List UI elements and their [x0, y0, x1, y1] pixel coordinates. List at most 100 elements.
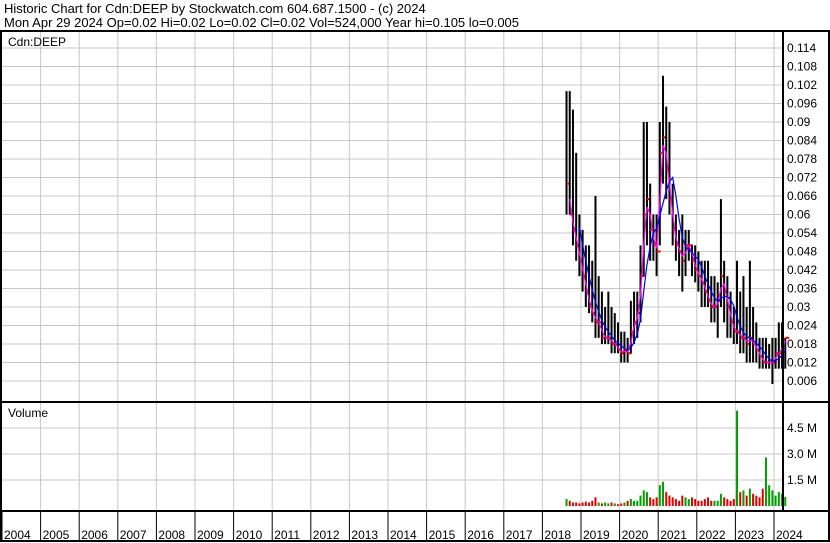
volume-bar: [723, 497, 726, 506]
volume-bar: [642, 490, 645, 506]
volume-bar: [729, 500, 732, 506]
y-tick-label: 0.084: [787, 134, 817, 148]
volume-bar: [665, 492, 668, 506]
volume-bar: [671, 497, 674, 506]
volume-bar: [784, 496, 787, 506]
x-tick-label: 2012: [313, 528, 340, 542]
volume-bar: [716, 500, 719, 506]
volume-bar: [739, 492, 742, 506]
volume-bar: [652, 499, 655, 506]
volume-bar: [607, 503, 610, 506]
x-tick-label: 2024: [776, 528, 803, 542]
volume-bar: [687, 499, 690, 506]
volume-bar: [771, 490, 774, 506]
volume-bar: [645, 492, 648, 506]
y-tick-label: 0.012: [787, 356, 817, 370]
y-tick-label: 0.024: [787, 319, 817, 333]
volume-tick-label: 3.0 M: [787, 447, 817, 461]
volume-bar: [690, 497, 693, 506]
volume-bar: [694, 499, 697, 506]
volume-bar: [597, 502, 600, 506]
x-tick-label: 2019: [583, 528, 610, 542]
volume-bar: [639, 495, 642, 506]
volume-bar: [719, 493, 722, 506]
volume-bar: [774, 495, 777, 506]
volume-bar: [710, 500, 713, 506]
volume-bar: [600, 503, 603, 506]
volume-bar: [674, 499, 677, 506]
volume-bar: [604, 502, 607, 506]
y-tick-label: 0.096: [787, 97, 817, 111]
volume-bar: [758, 497, 761, 506]
volume-bar: [655, 497, 658, 506]
y-tick-label: 0.042: [787, 263, 817, 277]
volume-bar: [623, 502, 626, 506]
volume-bar: [761, 488, 764, 506]
volume-bar: [700, 500, 703, 506]
volume-bar: [649, 497, 652, 506]
x-tick-label: 2016: [467, 528, 494, 542]
volume-bar: [575, 502, 578, 506]
volume-bar: [777, 492, 780, 506]
y-tick-label: 0.036: [787, 282, 817, 296]
y-tick-label: 0.018: [787, 337, 817, 351]
volume-bar: [565, 499, 568, 506]
volume-bar: [658, 485, 661, 506]
volume-bar: [678, 500, 681, 506]
x-tick-label: 2005: [43, 528, 70, 542]
volume-bar: [681, 495, 684, 506]
x-tick-label: 2023: [737, 528, 764, 542]
volume-bar: [620, 503, 623, 506]
y-tick-label: 0.006: [787, 374, 817, 388]
volume-bar: [697, 500, 700, 506]
stock-chart: Historic Chart for Cdn:DEEP by Stockwatc…: [0, 0, 830, 543]
x-tick-label: 2004: [4, 528, 31, 542]
volume-bar: [748, 488, 751, 506]
x-tick-label: 2017: [506, 528, 533, 542]
y-tick-label: 0.072: [787, 171, 817, 185]
y-tick-label: 0.114: [787, 41, 816, 55]
x-tick-label: 2013: [351, 528, 378, 542]
volume-bar: [662, 481, 665, 506]
volume-bar: [636, 500, 639, 506]
volume-bar: [568, 500, 571, 506]
x-tick-label: 2009: [197, 528, 224, 542]
x-tick-label: 2006: [81, 528, 108, 542]
x-tick-label: 2021: [660, 528, 687, 542]
y-tick-label: 0.054: [787, 226, 817, 240]
volume-bar: [736, 410, 739, 506]
x-tick-label: 2010: [236, 528, 263, 542]
volume-bar: [707, 497, 710, 506]
volume-bar: [668, 495, 671, 506]
volume-panel-label: Volume: [8, 406, 48, 420]
volume-bar: [633, 500, 636, 506]
volume-bar: [616, 504, 619, 506]
volume-bar: [584, 501, 587, 506]
volume-bar: [594, 497, 597, 506]
volume-bar: [764, 457, 767, 506]
volume-bar: [752, 493, 755, 506]
x-tick-label: 2020: [622, 528, 649, 542]
volume-bar: [613, 503, 616, 506]
price-panel-label: Cdn:DEEP: [8, 35, 66, 49]
volume-bar: [713, 500, 716, 506]
x-tick-label: 2007: [120, 528, 147, 542]
volume-bar: [629, 499, 632, 506]
volume-tick-label: 4.5 M: [787, 421, 817, 435]
y-tick-label: 0.078: [787, 152, 817, 166]
y-tick-label: 0.09: [787, 115, 811, 129]
y-tick-label: 0.066: [787, 189, 817, 203]
volume-bar: [626, 500, 629, 506]
y-tick-label: 0.06: [787, 208, 811, 222]
volume-bar: [732, 499, 735, 506]
volume-tick-label: 1.5 M: [787, 473, 817, 487]
volume-bar: [745, 495, 748, 506]
chart-svg: 2004 2005 2006 2007 2008 2009 2010 2011 2012 2013…: [0, 30, 830, 542]
volume-bar: [610, 502, 613, 506]
volume-bar: [742, 490, 745, 506]
x-tick-label: 2011: [274, 528, 300, 542]
volume-bar: [581, 502, 584, 506]
y-tick-label: 0.102: [787, 78, 817, 92]
volume-bar: [591, 500, 594, 506]
volume-bar: [684, 497, 687, 506]
